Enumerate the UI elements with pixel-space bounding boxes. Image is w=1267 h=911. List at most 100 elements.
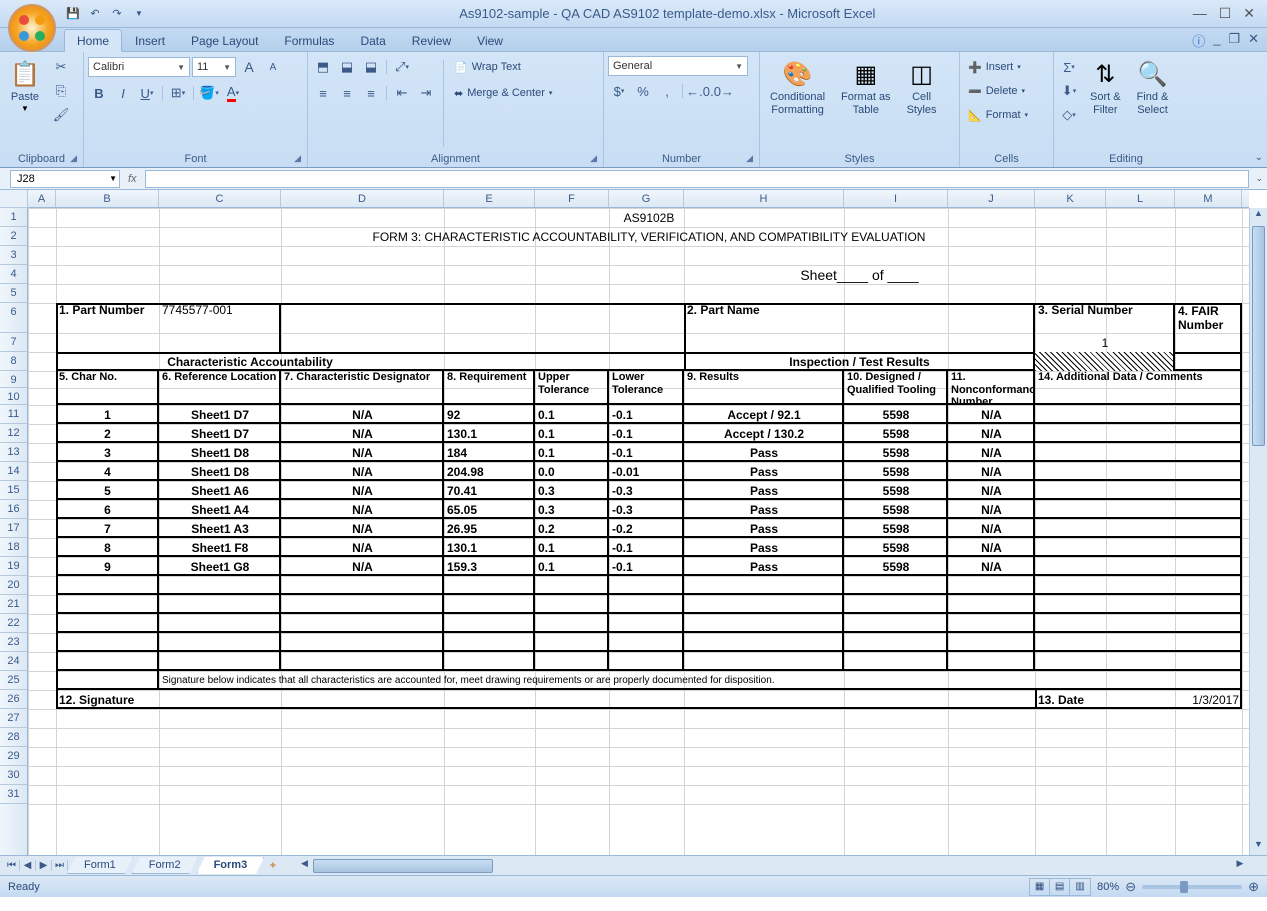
zoom-slider[interactable] bbox=[1142, 885, 1242, 889]
cell[interactable] bbox=[948, 614, 1035, 633]
cell[interactable] bbox=[159, 652, 281, 671]
cell-styles-button[interactable]: ◫Cell Styles bbox=[901, 56, 943, 121]
cell[interactable]: Sheet1 A3 bbox=[159, 519, 281, 538]
cell[interactable]: 0.1 bbox=[535, 538, 609, 557]
decrease-indent-icon[interactable]: ⇤ bbox=[391, 82, 413, 104]
insert-button[interactable]: ➕Insert▾ bbox=[964, 56, 1025, 78]
help-icon[interactable]: ⓘ bbox=[1192, 31, 1205, 50]
qat-customize-icon[interactable]: ▼ bbox=[130, 5, 148, 23]
cut-icon[interactable]: ✂ bbox=[50, 56, 72, 78]
cell[interactable]: 2. Part Name bbox=[684, 303, 844, 333]
column-header-a[interactable]: A bbox=[28, 190, 56, 207]
cell[interactable]: Sheet1 F8 bbox=[159, 538, 281, 557]
select-all-corner[interactable] bbox=[0, 190, 28, 208]
cell[interactable] bbox=[535, 652, 609, 671]
cell[interactable]: 3. Serial Number bbox=[1035, 303, 1175, 333]
column-header-i[interactable]: I bbox=[844, 190, 948, 207]
cell[interactable]: 1. Part Number bbox=[56, 303, 159, 333]
wrap-text-button[interactable]: 📄Wrap Text bbox=[450, 56, 556, 78]
cell[interactable] bbox=[609, 614, 684, 633]
row-headers[interactable]: 1234567891011121314151617181920212223242… bbox=[0, 208, 28, 855]
save-icon[interactable]: 💾 bbox=[64, 5, 82, 23]
cell[interactable] bbox=[1035, 462, 1242, 481]
cell[interactable] bbox=[1035, 352, 1175, 371]
cell[interactable]: Pass bbox=[684, 481, 844, 500]
office-button[interactable] bbox=[8, 4, 56, 52]
cell[interactable] bbox=[609, 633, 684, 652]
autosum-icon[interactable]: Σ▾ bbox=[1058, 56, 1080, 78]
cell[interactable] bbox=[684, 633, 844, 652]
cell[interactable] bbox=[609, 652, 684, 671]
cell[interactable] bbox=[535, 576, 609, 595]
tab-first-icon[interactable]: ⏮ bbox=[4, 860, 20, 871]
find-select-button[interactable]: 🔍Find & Select bbox=[1131, 56, 1175, 121]
cell[interactable]: Sheet1 A6 bbox=[159, 481, 281, 500]
align-middle-icon[interactable]: ⬓ bbox=[336, 56, 358, 78]
cell[interactable]: 0.1 bbox=[535, 405, 609, 424]
row-header-8[interactable]: 8 bbox=[0, 352, 27, 371]
align-right-icon[interactable]: ≡ bbox=[360, 82, 382, 104]
format-button[interactable]: 📐Format▾ bbox=[964, 104, 1032, 126]
row-header-13[interactable]: 13 bbox=[0, 443, 27, 462]
cell[interactable] bbox=[948, 595, 1035, 614]
cell[interactable]: -0.3 bbox=[609, 481, 684, 500]
tab-page-layout[interactable]: Page Layout bbox=[178, 29, 271, 51]
column-header-k[interactable]: K bbox=[1035, 190, 1106, 207]
cell[interactable]: 6. Reference Location bbox=[159, 371, 281, 405]
cell[interactable] bbox=[56, 614, 159, 633]
cell[interactable] bbox=[948, 576, 1035, 595]
spreadsheet[interactable]: ABCDEFGHIJKLM 12345678910111213141516171… bbox=[0, 190, 1267, 855]
row-header-14[interactable]: 14 bbox=[0, 462, 27, 481]
cell[interactable]: -0.2 bbox=[609, 519, 684, 538]
cell[interactable]: FORM 3: CHARACTERISTIC ACCOUNTABILITY, V… bbox=[56, 227, 1242, 246]
tab-formulas[interactable]: Formulas bbox=[271, 29, 347, 51]
cell[interactable] bbox=[948, 633, 1035, 652]
cell[interactable]: 0.0 bbox=[535, 462, 609, 481]
font-color-icon[interactable]: A▾ bbox=[222, 82, 244, 104]
cell[interactable]: 4 bbox=[56, 462, 159, 481]
cell[interactable] bbox=[609, 576, 684, 595]
number-format-combo[interactable]: General▼ bbox=[608, 56, 748, 76]
row-header-28[interactable]: 28 bbox=[0, 728, 27, 747]
cell[interactable]: 9. Results bbox=[684, 371, 844, 405]
cell[interactable]: 7 bbox=[56, 519, 159, 538]
cell[interactable] bbox=[281, 595, 444, 614]
cell[interactable] bbox=[844, 652, 948, 671]
cell[interactable]: -0.1 bbox=[609, 557, 684, 576]
paste-button[interactable]: 📋 Paste ▼ bbox=[4, 56, 46, 117]
cell[interactable]: Pass bbox=[684, 538, 844, 557]
cell[interactable]: N/A bbox=[948, 557, 1035, 576]
cell[interactable] bbox=[1035, 519, 1242, 538]
row-header-15[interactable]: 15 bbox=[0, 481, 27, 500]
cell[interactable] bbox=[281, 633, 444, 652]
cell[interactable]: AS9102B bbox=[56, 208, 1242, 227]
page-layout-view-icon[interactable]: ▤ bbox=[1050, 879, 1070, 895]
decrease-decimal-icon[interactable]: .0→ bbox=[711, 80, 733, 102]
cell[interactable]: N/A bbox=[281, 481, 444, 500]
cell[interactable]: N/A bbox=[281, 424, 444, 443]
row-header-2[interactable]: 2 bbox=[0, 227, 27, 246]
merge-center-button[interactable]: ⬌Merge & Center▾ bbox=[450, 82, 556, 104]
cell[interactable]: N/A bbox=[281, 557, 444, 576]
cell[interactable] bbox=[159, 614, 281, 633]
zoom-out-icon[interactable]: ⊖ bbox=[1125, 879, 1136, 895]
cell[interactable] bbox=[56, 595, 159, 614]
cell[interactable] bbox=[535, 614, 609, 633]
cell[interactable] bbox=[684, 614, 844, 633]
scroll-left-icon[interactable]: ◀ bbox=[297, 858, 311, 869]
fill-icon[interactable]: ⬇▾ bbox=[1058, 80, 1080, 102]
cell[interactable]: 0.3 bbox=[535, 500, 609, 519]
cell[interactable]: 5598 bbox=[844, 462, 948, 481]
cell[interactable]: 5598 bbox=[844, 443, 948, 462]
cell[interactable]: 0.1 bbox=[535, 424, 609, 443]
cell[interactable] bbox=[1035, 481, 1242, 500]
cell[interactable] bbox=[844, 633, 948, 652]
percent-button[interactable]: % bbox=[632, 80, 654, 102]
cell[interactable]: 0.1 bbox=[535, 557, 609, 576]
cell[interactable]: 5598 bbox=[844, 424, 948, 443]
cell[interactable]: Upper Tolerance bbox=[535, 371, 609, 405]
cell[interactable]: Lower Tolerance bbox=[609, 371, 684, 405]
horizontal-scrollbar[interactable]: ◀ ▶ bbox=[297, 858, 1247, 874]
cell[interactable] bbox=[1035, 405, 1242, 424]
cell[interactable] bbox=[1035, 424, 1242, 443]
